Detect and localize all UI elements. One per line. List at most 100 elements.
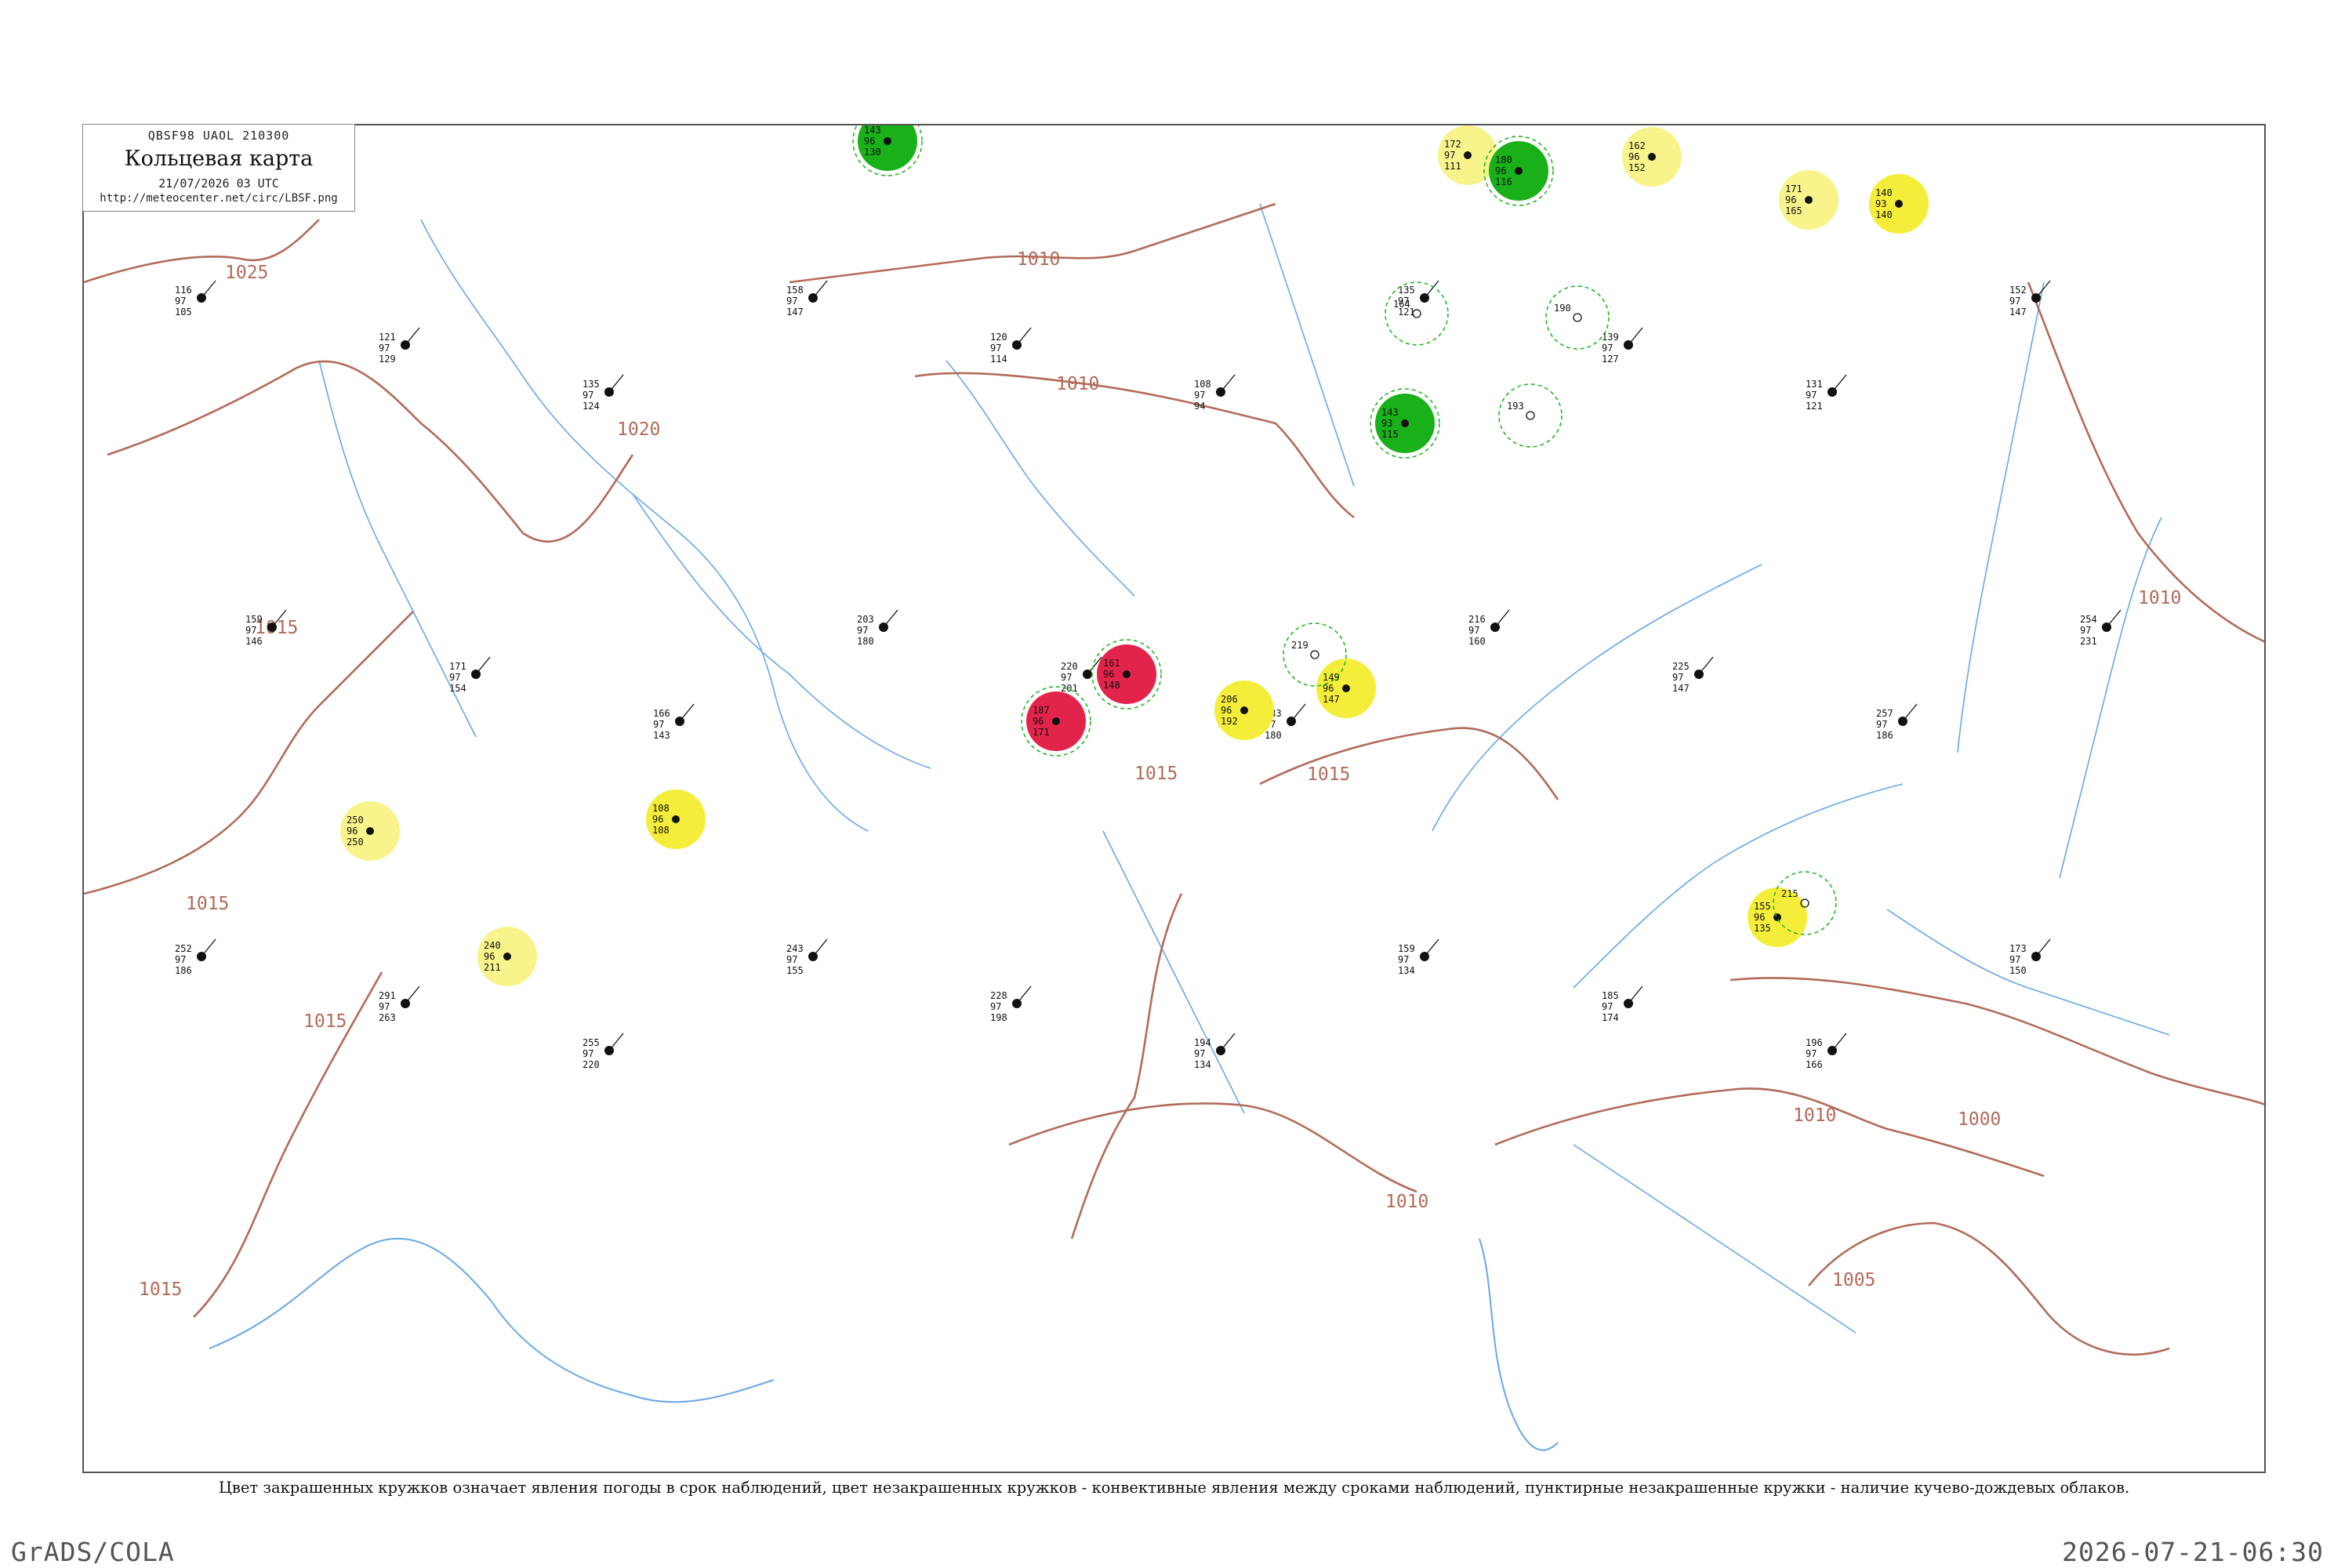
- station-temperature: 152: [2009, 285, 2027, 296]
- cb-observation[interactable]: 190: [1545, 285, 1610, 350]
- station-plot[interactable]: 17397150: [2009, 938, 2051, 976]
- station-plot[interactable]: 20397180: [857, 609, 898, 647]
- wind-barb-icon: [1290, 703, 1306, 722]
- station-plot[interactable]: 24397155: [786, 938, 828, 976]
- map-frame[interactable]: 1025 1020 1015 1015 1015 1015 1015 1010 1010 1010…: [82, 124, 2266, 1473]
- cb-observation[interactable]: 193: [1498, 383, 1563, 448]
- river-yenisei: [1957, 281, 2045, 753]
- station-plot[interactable]: 19497134: [1194, 1033, 1236, 1070]
- station-plot[interactable]: 21697160: [1468, 609, 1510, 647]
- station-temperature: 108: [652, 803, 670, 814]
- station-temperature: 171: [1785, 183, 1802, 194]
- station-plot[interactable]: 25497231: [2080, 609, 2122, 647]
- station-plot[interactable]: 16697143: [653, 703, 695, 741]
- station-temperature: 254: [2080, 614, 2097, 625]
- cb-dashed-circle-icon: [1283, 622, 1347, 687]
- station-plot[interactable]: 25797186: [1876, 703, 1918, 741]
- station-dewpoint: 97: [1806, 1048, 1817, 1059]
- station-pressure: 180: [857, 636, 874, 647]
- isobar-1010-north: [789, 202, 1276, 284]
- station-marker[interactable]: 18096116: [1483, 136, 1554, 206]
- station-dewpoint: 97: [990, 1001, 1001, 1012]
- station-plot[interactable]: 18597174: [1602, 985, 1643, 1023]
- cb-observation[interactable]: 164: [1385, 281, 1449, 346]
- station-temperature: 180: [1495, 154, 1512, 165]
- station-dewpoint: 97: [175, 296, 186, 307]
- station-temperature: 173: [2009, 943, 2027, 954]
- wind-barb-icon: [608, 1033, 624, 1051]
- wind-barb-icon: [1016, 985, 1032, 1004]
- station-temperature: 220: [1061, 661, 1078, 672]
- station-temperature: 206: [1221, 694, 1238, 705]
- station-marker[interactable]: 16296152: [1622, 127, 1682, 187]
- station-plot[interactable]: 1089794: [1194, 374, 1236, 412]
- software-label: GrADS/COLA: [11, 1537, 175, 1567]
- station-marker[interactable]: 17196165: [1779, 170, 1838, 230]
- wind-barb-icon: [679, 703, 695, 722]
- legend-note: Цвет закрашенных кружков означает явлени…: [218, 1479, 2130, 1497]
- river-pechora: [1259, 203, 1355, 487]
- isobar-1010-mid: [914, 372, 1355, 519]
- station-plot[interactable]: 22597147: [1672, 656, 1714, 694]
- station-plot[interactable]: 25297186: [175, 938, 216, 976]
- station-pressure: 201: [1061, 683, 1078, 694]
- station-dewpoint: 97: [2009, 296, 2020, 307]
- station-marker[interactable]: 14396130: [852, 125, 923, 176]
- hydrography: [209, 203, 2170, 1451]
- station-marker[interactable]: 10896108: [646, 789, 706, 849]
- isobar-label: 1015: [1307, 764, 1350, 785]
- station-marker[interactable]: 17297111: [1438, 125, 1497, 185]
- station-plot[interactable]: 22897198: [990, 985, 1032, 1023]
- station-dewpoint: 97: [2009, 954, 2020, 965]
- station-ring-icon: [1526, 411, 1535, 420]
- station-dot-icon: [1342, 684, 1350, 692]
- station-pressure: 186: [175, 965, 192, 976]
- station-pressure: 111: [1444, 161, 1461, 172]
- cb-observation[interactable]: 219: [1283, 622, 1347, 687]
- station-marker[interactable]: 25096250: [340, 801, 400, 861]
- station-marker[interactable]: 20696192: [1214, 681, 1274, 740]
- station-plot[interactable]: 12097114: [990, 327, 1032, 365]
- station-temperature: 143: [1381, 407, 1399, 418]
- station-marker[interactable]: 14093140: [1869, 174, 1929, 234]
- wind-barb-icon: [1698, 656, 1714, 675]
- isobar-1020: [107, 360, 634, 543]
- station-plot[interactable]: 17197154: [449, 656, 491, 694]
- station-plot[interactable]: 25597220: [583, 1033, 624, 1070]
- station-plot[interactable]: 12197129: [379, 327, 420, 365]
- station-marker[interactable]: 24096211: [477, 927, 537, 986]
- station-marker[interactable]: 16196148: [1091, 639, 1162, 710]
- station-temperature: 166: [653, 708, 670, 719]
- render-timestamp: 2026-07-21-06:30: [2062, 1537, 2324, 1567]
- station-temperature: 164: [1393, 299, 1410, 310]
- station-marker[interactable]: 14996147: [1316, 659, 1376, 718]
- station-temperature: 203: [857, 614, 874, 625]
- station-dewpoint: 97: [449, 672, 460, 683]
- wind-barb-icon: [2106, 609, 2122, 628]
- station-marker[interactable]: 18796171: [1021, 686, 1091, 757]
- station-marker[interactable]: 14393115: [1370, 388, 1440, 459]
- station-plot[interactable]: 13997127: [1602, 327, 1643, 365]
- isobar-label: 1000: [1958, 1109, 2001, 1130]
- synoptic-map[interactable]: 1025 1020 1015 1015 1015 1015 1015 1010 1010 1010…: [84, 125, 2266, 1473]
- cb-circles: 164 193 219 190 215: [1283, 281, 1837, 935]
- station-dewpoint: 97: [990, 343, 1001, 354]
- station-plot[interactable]: 13597124: [583, 374, 624, 412]
- station-dewpoint: 93: [1875, 198, 1886, 209]
- station-plot[interactable]: 11697105: [175, 280, 216, 318]
- cb-dashed-circle-icon: [1545, 285, 1610, 350]
- station-plot[interactable]: 29197263: [379, 985, 420, 1023]
- station-pressure: 130: [864, 147, 881, 158]
- station-pressure: 174: [1602, 1012, 1619, 1023]
- map-url[interactable]: http://meteocenter.net/circ/LBSF.png: [83, 192, 354, 205]
- station-pressure: 171: [1033, 727, 1050, 738]
- river-amur: [1886, 909, 2170, 1036]
- station-plot[interactable]: 19697166: [1806, 1033, 1847, 1070]
- station-plot[interactable]: 13197121: [1806, 374, 1847, 412]
- station-temperature: 250: [347, 815, 364, 826]
- station-plot[interactable]: 15997134: [1398, 938, 1439, 976]
- station-pressure: 160: [1468, 636, 1486, 647]
- station-pressure: 115: [1381, 429, 1399, 440]
- station-dot-icon: [1895, 200, 1903, 208]
- station-plot[interactable]: 15897147: [786, 280, 828, 318]
